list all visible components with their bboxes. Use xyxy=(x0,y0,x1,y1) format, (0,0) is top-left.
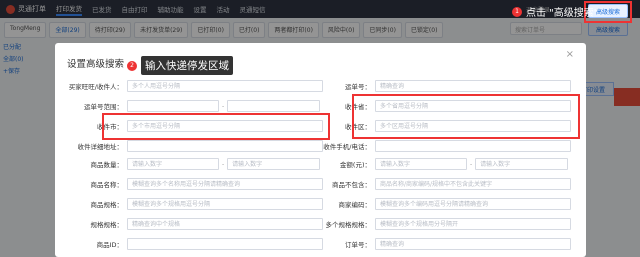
field-label: 金额(元)： xyxy=(339,161,371,169)
field-label: 商品规格： xyxy=(90,201,124,209)
range-dash: - xyxy=(222,102,225,110)
field-label: 运单号范围： xyxy=(84,103,123,111)
exclude-field: 商品不包含： 商品名称/商家编码/规格中不包含此关键字 xyxy=(317,177,571,191)
buyer-input[interactable]: 多个人用逗号分隔 xyxy=(127,80,323,92)
quantity-field: 商品数量： 请输入数字 - 请输入数字 xyxy=(55,157,321,171)
address-input[interactable] xyxy=(127,140,323,152)
field-label: 商品不包含： xyxy=(332,181,371,189)
phone-field: 收件手机/电话： xyxy=(317,139,571,153)
product-spec-field: 商品规格： 模糊查询多个规格用逗号分隔 xyxy=(55,197,323,211)
order-number-field: 订单号： 精确查询 xyxy=(317,237,571,251)
city-highlight-box xyxy=(102,113,330,140)
waybill-range-end[interactable] xyxy=(227,100,321,112)
buyer-field: 买家旺旺/收件人： 多个人用逗号分隔 xyxy=(55,79,323,93)
multi-spec-field: 多个规格规格： 模糊查询多个规格用分号隔开 xyxy=(317,217,571,231)
field-label: 商家编码： xyxy=(338,201,372,209)
product-id-input[interactable] xyxy=(127,238,323,250)
close-icon[interactable]: × xyxy=(566,49,574,60)
field-label: 订单号： xyxy=(345,241,371,249)
exact-spec-input[interactable]: 精确查询中个规格 xyxy=(127,218,323,230)
exact-spec-field: 规格规格： 精确查询中个规格 xyxy=(55,217,323,231)
quantity-min-input[interactable]: 请输入数字 xyxy=(127,158,219,170)
field-label: 买家旺旺/收件人： xyxy=(68,83,123,91)
step2-annotation: 2 输入快递停发区域 xyxy=(127,56,233,75)
merchant-code-field: 商家编码： 模糊查询多个编码用逗号分隔请精确查询 xyxy=(317,197,571,211)
amount-min-input[interactable]: 请输入数字 xyxy=(375,158,467,170)
range-dash: - xyxy=(222,160,225,168)
quantity-max-input[interactable]: 请输入数字 xyxy=(227,158,321,170)
field-label: 多个规格规格： xyxy=(325,221,372,229)
step1-text: 点击 "高级搜索" xyxy=(526,8,599,19)
multi-spec-input[interactable]: 模糊查询多个规格用分号隔开 xyxy=(375,218,571,230)
product-spec-input[interactable]: 模糊查询多个规格用逗号分隔 xyxy=(127,198,323,210)
waybill-input[interactable]: 精确查询 xyxy=(375,80,571,92)
advanced-search-dialog: 设置高级搜索 × 2 输入快递停发区域 买家旺旺/收件人： 多个人用逗号分隔 运… xyxy=(55,43,586,257)
exclude-input[interactable]: 商品名称/商家编码/规格中不包含此关键字 xyxy=(375,178,571,190)
address-field: 收件详细地址： xyxy=(55,139,323,153)
field-label: 商品ID： xyxy=(96,241,123,249)
field-label: 运单号： xyxy=(345,83,371,91)
waybill-range-start[interactable] xyxy=(127,100,219,112)
product-name-input[interactable]: 模糊查询多个名称用逗号分隔请精确查询 xyxy=(127,178,323,190)
field-label: 商品数量： xyxy=(90,161,124,169)
phone-input[interactable] xyxy=(375,140,571,152)
amount-field: 金额(元)： 请输入数字 - 请输入数字 xyxy=(317,157,569,171)
merchant-code-input[interactable]: 模糊查询多个编码用逗号分隔请精确查询 xyxy=(375,198,571,210)
order-number-input[interactable]: 精确查询 xyxy=(375,238,571,250)
step2-badge: 2 xyxy=(127,60,137,71)
province-district-highlight-box xyxy=(352,94,580,139)
step1-badge: 1 xyxy=(512,6,522,17)
step2-text: 输入快递停发区域 xyxy=(141,56,233,75)
field-label: 规格规格： xyxy=(90,221,124,229)
waybill-field: 运单号： 精确查询 xyxy=(317,79,571,93)
product-name-field: 商品名称： 模糊查询多个名称用逗号分隔请精确查询 xyxy=(55,177,323,191)
dialog-title: 设置高级搜索 xyxy=(67,59,125,70)
field-label: 收件详细地址： xyxy=(77,143,124,151)
field-label: 收件手机/电话： xyxy=(323,143,371,151)
amount-max-input[interactable]: 请输入数字 xyxy=(475,158,569,170)
field-label: 商品名称： xyxy=(90,181,124,189)
step1-annotation: 1 点击 "高级搜索" xyxy=(512,4,598,19)
waybill-range-field: 运单号范围： - xyxy=(55,99,321,113)
product-id-field: 商品ID： xyxy=(55,237,323,251)
range-dash: - xyxy=(470,160,473,168)
